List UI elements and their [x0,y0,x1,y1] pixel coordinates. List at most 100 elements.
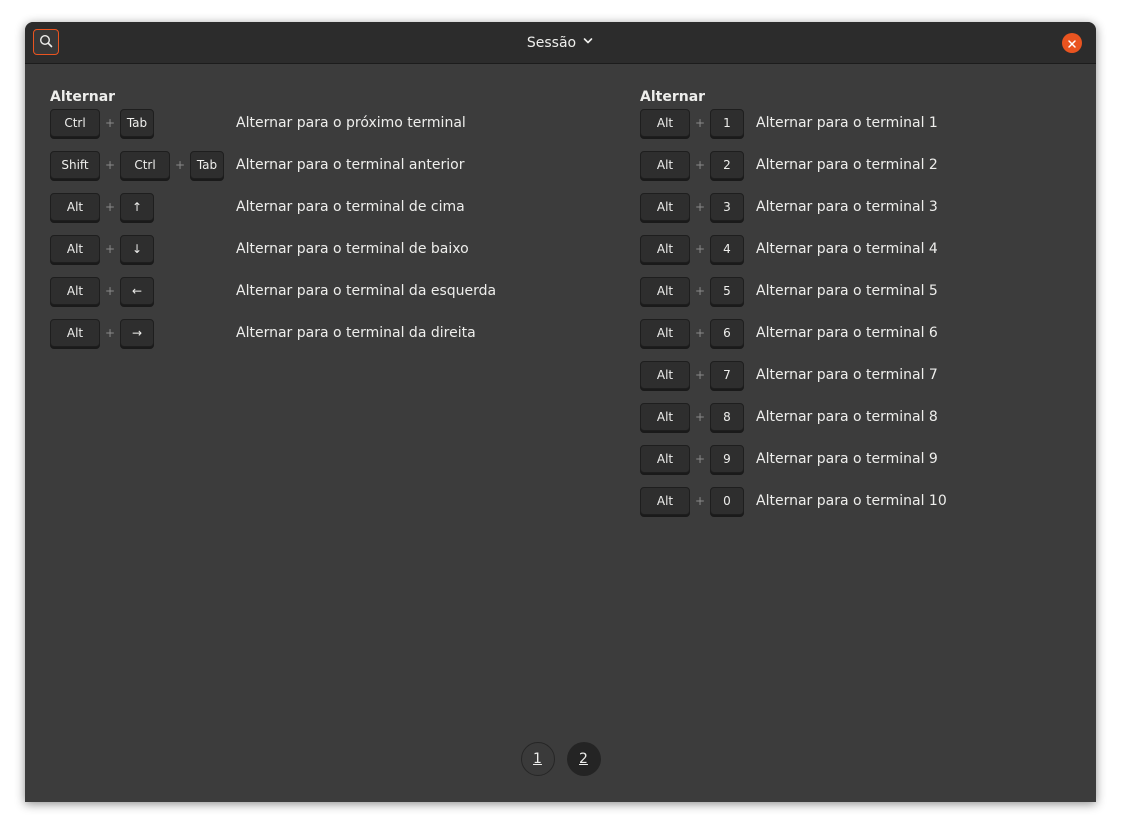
keycap: 6 [710,319,744,347]
keycap: Alt [50,319,100,347]
shortcut-row: Alt +8 Alternar para o terminal 8 [640,402,1070,444]
shortcut-row: Alt +7 Alternar para o terminal 7 [640,360,1070,402]
page-button-2[interactable]: 2 [566,742,601,776]
shortcut-description: Alternar para o terminal 1 [756,115,938,131]
shortcut-description: Alternar para o terminal 6 [756,325,938,341]
shortcut-row: Alt +5 Alternar para o terminal 5 [640,276,1070,318]
keycap: Alt [50,277,100,305]
keycap: ← [120,277,154,305]
shortcut-description: Alternar para o terminal de baixo [236,241,469,257]
keycap: 0 [710,487,744,515]
plus-sign: + [104,200,116,214]
shortcut-description: Alternar para o terminal 9 [756,451,938,467]
shortcut-description: Alternar para o terminal da esquerda [236,283,497,299]
key-combination: Alt +0 [640,486,744,516]
keycap: Alt [640,319,690,347]
plus-sign: + [694,158,706,172]
shortcut-row: Alt +6 Alternar para o terminal 6 [640,318,1070,360]
keycap: Alt [640,445,690,473]
page-button-1[interactable]: 1 [520,742,555,776]
key-combination: Shift + Ctrl + Tab [50,150,224,180]
keycap: 3 [710,193,744,221]
keycap: Alt [640,151,690,179]
shortcut-row: Alt +3 Alternar para o terminal 3 [640,192,1070,234]
section-selector[interactable]: Sessão [25,22,1096,63]
shortcut-row: Alt + ← Alternar para o terminal da esquerd… [50,276,610,318]
right-shortcut-section: Alternar Alt +1 Alternar para o terminal 1… [640,86,1070,528]
shortcut-row: Alt + ↑ Alternar para o terminal de cima [50,192,610,234]
keycap: Alt [640,361,690,389]
close-button[interactable] [1062,33,1082,53]
shortcut-description: Alternar para o terminal 3 [756,199,938,215]
keycap: Tab [190,151,224,179]
header-bar: Sessão [25,22,1096,64]
keycap: → [120,319,154,347]
close-icon [1067,34,1077,53]
plus-sign: + [174,158,186,172]
key-combination: Alt +5 [640,276,744,306]
shortcut-row: Alt + → Alternar para o terminal da direita [50,318,610,360]
plus-sign: + [694,200,706,214]
keycap: Ctrl [120,151,170,179]
plus-sign: + [694,410,706,424]
shortcut-row: Alt +9 Alternar para o terminal 9 [640,444,1070,486]
keycap: Tab [120,109,154,137]
plus-sign: + [694,452,706,466]
shortcut-description: Alternar para o terminal da direita [236,325,476,341]
keycap: 5 [710,277,744,305]
section-title: Alternar [640,89,706,105]
keycap: Alt [640,109,690,137]
keycap: Ctrl [50,109,100,137]
key-combination: Alt + ↓ [50,234,154,264]
key-combination: Alt +1 [640,108,744,138]
key-combination: Alt +8 [640,402,744,432]
shortcut-description: Alternar para o terminal 8 [756,409,938,425]
key-combination: Alt + ← [50,276,154,306]
left-shortcut-section: Alternar Ctrl + Tab Alternar para o próximo… [50,86,610,360]
key-combination: Alt +7 [640,360,744,390]
plus-sign: + [694,284,706,298]
plus-sign: + [104,116,116,130]
shortcut-description: Alternar para o terminal 7 [756,367,938,383]
shortcut-description: Alternar para o próximo terminal [236,115,466,131]
keycap: 1 [710,109,744,137]
keycap: 8 [710,403,744,431]
shortcut-description: Alternar para o terminal anterior [236,157,465,173]
keycap: Alt [640,403,690,431]
shortcut-description: Alternar para o terminal 4 [756,241,938,257]
shortcut-row: Alt +0 Alternar para o terminal 10 [640,486,1070,528]
shortcut-description: Alternar para o terminal 2 [756,157,938,173]
keycap: Alt [50,193,100,221]
shortcut-row: Shift + Ctrl + Tab Alternar para o terminal a… [50,150,610,192]
key-combination: Alt +2 [640,150,744,180]
keycap: 7 [710,361,744,389]
keycap: Alt [640,193,690,221]
keycap: Alt [640,277,690,305]
plus-sign: + [694,242,706,256]
plus-sign: + [104,326,116,340]
key-combination: Alt +3 [640,192,744,222]
plus-sign: + [694,494,706,508]
key-combination: Ctrl + Tab [50,108,154,138]
keycap: Alt [50,235,100,263]
key-combination: Alt +4 [640,234,744,264]
shortcut-row: Alt +4 Alternar para o terminal 4 [640,234,1070,276]
shortcut-row: Ctrl + Tab Alternar para o próximo terminal [50,108,610,150]
plus-sign: + [694,326,706,340]
plus-sign: + [694,368,706,382]
section-title: Alternar [50,89,116,105]
plus-sign: + [104,242,116,256]
plus-sign: + [694,116,706,130]
key-combination: Alt + → [50,318,154,348]
plus-sign: + [104,158,116,172]
keycap: 9 [710,445,744,473]
keycap: Shift [50,151,100,179]
chevron-down-icon [582,35,594,51]
key-combination: Alt + ↑ [50,192,154,222]
pagination: 12 [25,742,1096,776]
keycap: ↓ [120,235,154,263]
keycap: 2 [710,151,744,179]
shortcut-description: Alternar para o terminal de cima [236,199,465,215]
key-combination: Alt +6 [640,318,744,348]
shortcut-row: Alt +1 Alternar para o terminal 1 [640,108,1070,150]
